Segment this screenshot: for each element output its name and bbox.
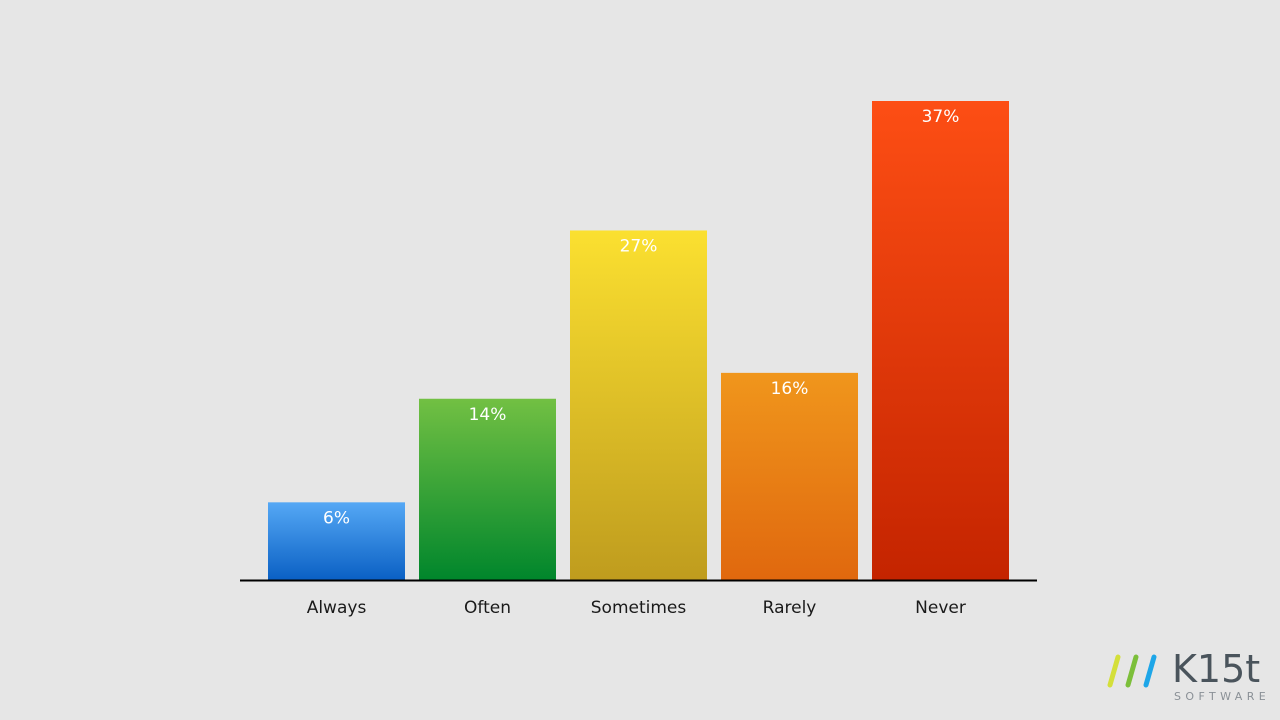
k15t-logo: K15t SOFTWARE (1100, 647, 1275, 710)
value-label-never: 37% (922, 107, 960, 127)
logo-subtitle: SOFTWARE (1174, 690, 1271, 703)
value-label-often: 14% (469, 405, 507, 425)
value-label-always: 6% (323, 508, 350, 528)
bar-often (419, 398, 556, 580)
value-label-sometimes: 27% (620, 236, 658, 256)
bar-sometimes (570, 230, 707, 580)
category-label-sometimes: Sometimes (591, 598, 687, 618)
bar-never (872, 101, 1009, 580)
bars-layer (268, 101, 1009, 580)
logo-wordmark: K15t (1172, 647, 1261, 691)
category-label-always: Always (307, 598, 367, 618)
logo-slashes-icon (1107, 654, 1157, 688)
value-label-rarely: 16% (771, 379, 809, 399)
category-label-rarely: Rarely (763, 598, 817, 618)
category-label-never: Never (915, 598, 966, 618)
bar-chart: 6% Always 14% Often 27% Sometimes 16% Rarely 37%… (240, 101, 1037, 618)
category-label-often: Often (464, 598, 511, 618)
bar-rarely (721, 372, 858, 580)
